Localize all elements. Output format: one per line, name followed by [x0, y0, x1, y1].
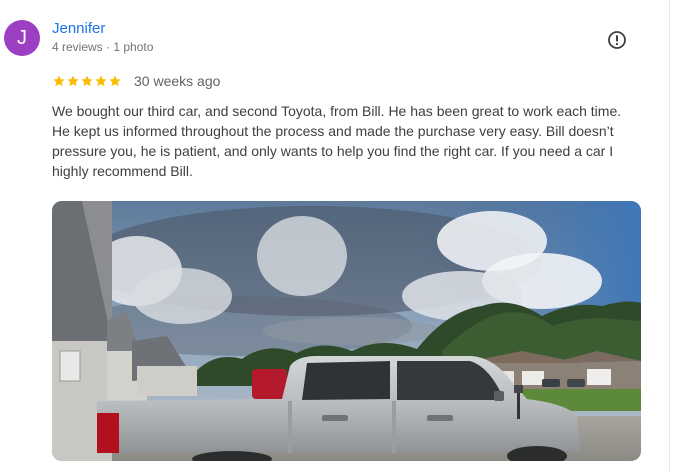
- review-photo-image: [52, 201, 641, 461]
- review-photo[interactable]: [52, 201, 641, 461]
- report-button[interactable]: [606, 29, 628, 51]
- star-icon: [53, 75, 65, 87]
- rating-row: 30 weeks ago: [52, 72, 220, 90]
- star-rating: [52, 74, 122, 88]
- review-text: We bought our third car, and second Toyo…: [52, 103, 622, 179]
- star-icon: [95, 75, 107, 87]
- star-icon: [109, 75, 121, 87]
- panel-divider: [669, 0, 670, 471]
- review-date: 30 weeks ago: [134, 73, 221, 89]
- star-icon: [81, 75, 93, 87]
- star-icon: [67, 75, 79, 87]
- report-icon: [608, 31, 626, 49]
- avatar[interactable]: J: [4, 20, 40, 56]
- reviewer-meta: 4 reviews · 1 photo: [52, 40, 154, 54]
- reviewer-name-link[interactable]: Jennifer: [52, 20, 105, 38]
- review-card: J Jennifer 4 reviews · 1 photo 30 weeks …: [0, 0, 682, 471]
